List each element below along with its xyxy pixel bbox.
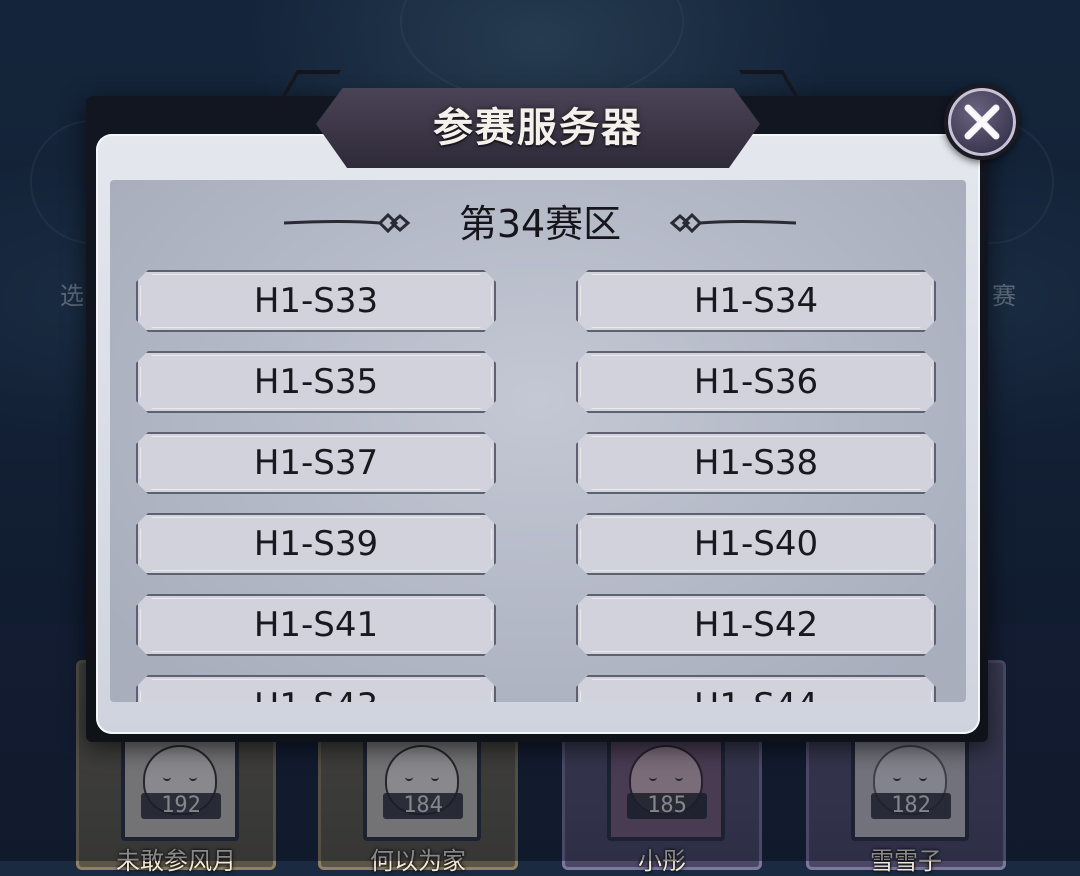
- server-button[interactable]: H1-S39: [136, 513, 496, 575]
- server-button[interactable]: H1-S44: [576, 675, 936, 702]
- server-list-scroll[interactable]: H1-S33 H1-S34 H1-S35 H1-S36 H1-S37 H1-S3…: [110, 180, 966, 702]
- close-button[interactable]: [944, 84, 1020, 160]
- server-button[interactable]: H1-S36: [576, 351, 936, 413]
- close-icon: [964, 104, 1000, 140]
- server-button[interactable]: H1-S34: [576, 270, 936, 332]
- server-button[interactable]: H1-S33: [136, 270, 496, 332]
- server-button[interactable]: H1-S40: [576, 513, 936, 575]
- server-button[interactable]: H1-S41: [136, 594, 496, 656]
- dialog-title: 参赛服务器: [433, 104, 643, 151]
- server-button[interactable]: H1-S43: [136, 675, 496, 702]
- server-button[interactable]: H1-S42: [576, 594, 936, 656]
- server-button[interactable]: H1-S37: [136, 432, 496, 494]
- server-button[interactable]: H1-S35: [136, 351, 496, 413]
- server-button[interactable]: H1-S38: [576, 432, 936, 494]
